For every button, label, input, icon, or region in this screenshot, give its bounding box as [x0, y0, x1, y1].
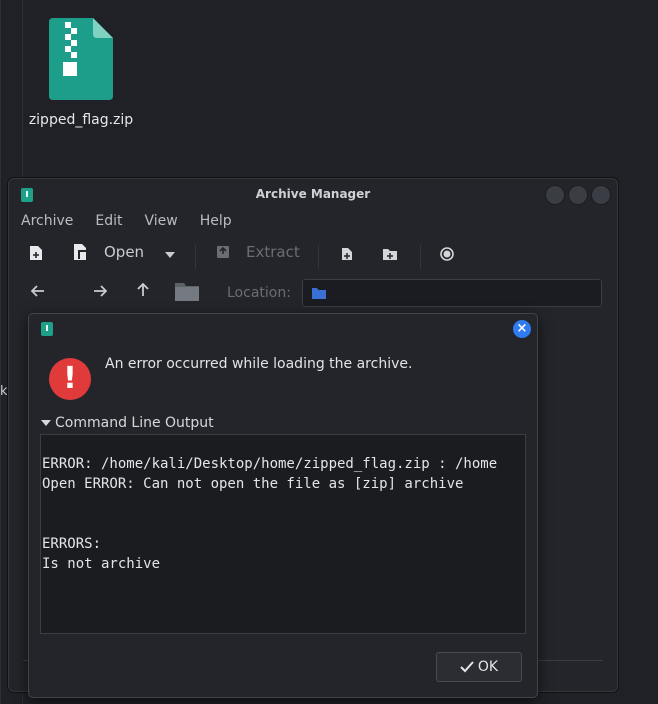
- extract-icon: [217, 246, 229, 258]
- menu-archive[interactable]: Archive: [9, 211, 84, 235]
- chevron-down-icon: [165, 252, 175, 258]
- checkmark-icon: [460, 661, 474, 673]
- folder-icon: [175, 283, 199, 301]
- toolbar-separator: [195, 245, 196, 269]
- up-button[interactable]: [137, 283, 149, 297]
- new-file-icon: [30, 246, 42, 260]
- home-folder-button[interactable]: [175, 281, 199, 301]
- add-folder-button[interactable]: [383, 248, 397, 260]
- stop-icon: [440, 247, 454, 261]
- new-archive-button[interactable]: [29, 245, 43, 261]
- location-label: Location:: [227, 285, 291, 301]
- archive-app-icon: [41, 322, 53, 336]
- forward-button[interactable]: [93, 285, 107, 297]
- open-button[interactable]: Open: [73, 243, 144, 261]
- desktop-file-zipped-flag[interactable]: zipped_flag.zip: [26, 18, 136, 128]
- error-message: An error occurred while loading the arch…: [105, 356, 413, 372]
- toolbar-separator: [420, 245, 421, 269]
- output-line: Open ERROR: Can not open the file as [zi…: [42, 476, 464, 492]
- arrow-right-icon: [94, 285, 107, 297]
- desktop-file-label: zipped_flag.zip: [28, 112, 134, 128]
- location-field[interactable]: [302, 279, 602, 307]
- add-file-icon: [342, 248, 352, 260]
- desktop-edge: [0, 0, 1, 704]
- arrow-up-icon: [137, 283, 149, 296]
- ok-button[interactable]: OK: [436, 652, 522, 682]
- folder-icon: [312, 288, 326, 299]
- output-line: ERRORS:: [42, 536, 102, 552]
- command-output-text[interactable]: ERROR: /home/kali/Desktop/home/zipped_fl…: [40, 434, 526, 634]
- window-title: Archive Manager: [255, 187, 371, 201]
- open-dropdown-button[interactable]: [165, 252, 175, 258]
- error-icon: !: [49, 358, 91, 400]
- open-file-icon: [74, 244, 86, 260]
- expander-label: Command Line Output: [55, 415, 214, 431]
- add-folder-icon: [383, 249, 397, 260]
- toolbar-separator: [318, 245, 319, 269]
- add-files-button[interactable]: [341, 247, 353, 261]
- menu-view[interactable]: View: [134, 211, 189, 235]
- toolbar: Open Extract: [9, 237, 617, 273]
- zip-file-icon: [49, 18, 113, 100]
- menu-edit[interactable]: Edit: [84, 211, 133, 235]
- ok-button-label: OK: [477, 659, 499, 675]
- output-line: ERROR: /home/kali/Desktop/home/zipped_fl…: [42, 456, 498, 472]
- stop-button[interactable]: [440, 247, 454, 261]
- back-button[interactable]: [31, 285, 45, 297]
- desktop-stray-text: k: [0, 384, 8, 399]
- triangle-down-icon: [41, 420, 51, 426]
- window-titlebar[interactable]: Archive Manager: [9, 179, 617, 211]
- command-output-expander[interactable]: Command Line Output: [41, 415, 214, 431]
- window-close-button[interactable]: [591, 185, 611, 205]
- menubar: Archive Edit View Help: [9, 211, 243, 235]
- minimize-button[interactable]: [545, 185, 565, 205]
- extract-button[interactable]: Extract: [216, 243, 300, 261]
- location-bar: Location:: [9, 277, 617, 311]
- close-icon[interactable]: ×: [513, 320, 531, 338]
- error-dialog: × ! An error occurred while loading the …: [28, 313, 538, 698]
- menu-help[interactable]: Help: [189, 211, 243, 235]
- output-line: Is not archive: [42, 556, 161, 572]
- maximize-button[interactable]: [568, 185, 588, 205]
- extract-button-label: Extract: [246, 243, 300, 261]
- arrow-left-icon: [31, 285, 44, 297]
- open-button-label: Open: [104, 243, 145, 261]
